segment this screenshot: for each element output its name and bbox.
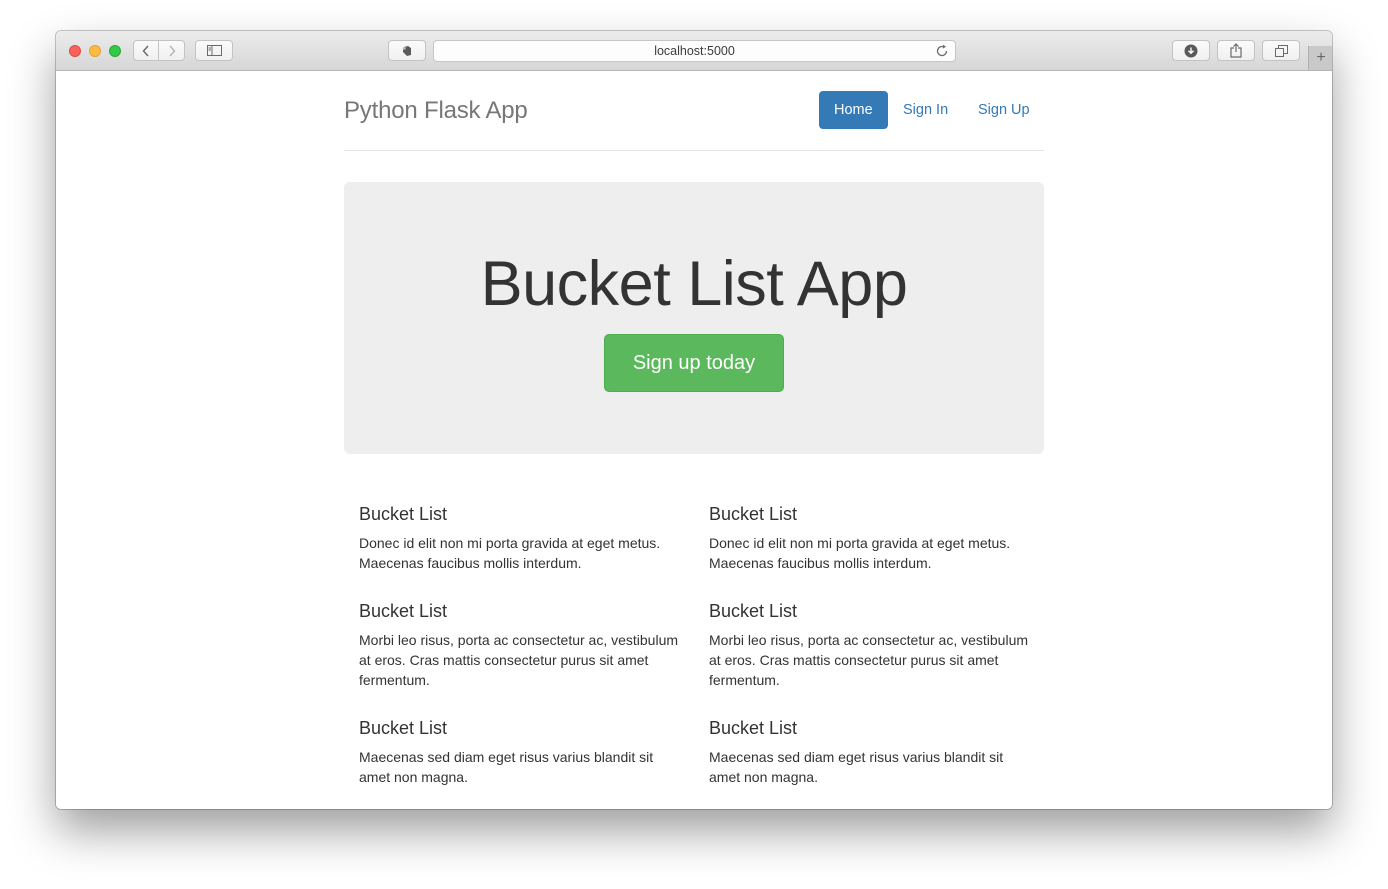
nav-sign-up[interactable]: Sign Up <box>963 91 1045 129</box>
browser-toolbar: localhost:5000 + <box>56 31 1332 71</box>
item-title: Bucket List <box>709 504 798 524</box>
nav-sign-in[interactable]: Sign In <box>888 91 963 129</box>
minimize-window-button[interactable] <box>89 45 101 57</box>
plus-icon: + <box>1316 49 1326 66</box>
close-window-button[interactable] <box>69 45 81 57</box>
page-viewport: Python Flask App Home Sign In Sign Up Bu… <box>56 71 1332 809</box>
item-text: Donec id elit non mi porta gravida at eg… <box>709 535 1011 571</box>
item-title: Bucket List <box>709 601 798 621</box>
item-title: Bucket List <box>359 718 448 738</box>
item-text: Morbi leo risus, porta ac consectetur ac… <box>359 632 679 688</box>
share-icon <box>1230 43 1242 58</box>
share-button[interactable] <box>1217 40 1255 61</box>
item-text: Donec id elit non mi porta gravida at eg… <box>359 535 661 571</box>
header-divider <box>344 150 1044 151</box>
jumbotron: Bucket List App Sign up today <box>344 182 1044 454</box>
item-title: Bucket List <box>709 718 798 738</box>
new-tab-button[interactable]: + <box>1308 46 1332 70</box>
jumbotron-title: Bucket List App <box>480 249 908 319</box>
chevron-right-icon <box>168 44 176 57</box>
sidebar-icon <box>206 45 222 56</box>
item-text: Maecenas sed diam eget risus varius blan… <box>359 749 654 785</box>
item-text: Maecenas sed diam eget risus varius blan… <box>709 749 1004 785</box>
item-text: Morbi leo risus, porta ac consectetur ac… <box>709 632 1029 688</box>
url-text: localhost:5000 <box>654 44 735 58</box>
marketing-item: Bucket List Morbi leo risus, porta ac co… <box>359 600 679 690</box>
evernote-icon <box>403 45 411 56</box>
marketing-item: Bucket List Maecenas sed diam eget risus… <box>709 717 1029 787</box>
item-title: Bucket List <box>359 601 448 621</box>
downloads-button[interactable] <box>1172 40 1210 61</box>
sign-up-today-button[interactable]: Sign up today <box>604 334 784 392</box>
browser-window: localhost:5000 + Python Flask App Home S… <box>56 31 1332 809</box>
marketing-item: Bucket List Donec id elit non mi porta g… <box>359 503 679 573</box>
tabs-icon <box>1274 44 1288 57</box>
marketing-item: Bucket List Donec id elit non mi porta g… <box>709 503 1029 573</box>
item-title: Bucket List <box>359 504 448 524</box>
download-icon <box>1184 44 1198 57</box>
nav-home[interactable]: Home <box>819 91 888 129</box>
chevron-left-icon <box>142 44 149 57</box>
marketing-item: Bucket List Morbi leo risus, porta ac co… <box>709 600 1029 690</box>
site-brand: Python Flask App <box>344 97 528 124</box>
back-button[interactable] <box>133 40 159 61</box>
zoom-window-button[interactable] <box>109 45 121 57</box>
history-nav <box>133 40 185 61</box>
tab-overview-button[interactable] <box>1262 40 1300 61</box>
forward-button[interactable] <box>159 40 185 61</box>
sidebar-button[interactable] <box>195 40 233 61</box>
address-bar[interactable]: localhost:5000 <box>433 40 956 62</box>
reload-icon[interactable] <box>935 44 949 58</box>
extension-button[interactable] <box>388 40 426 61</box>
marketing-item: Bucket List Maecenas sed diam eget risus… <box>359 717 679 787</box>
